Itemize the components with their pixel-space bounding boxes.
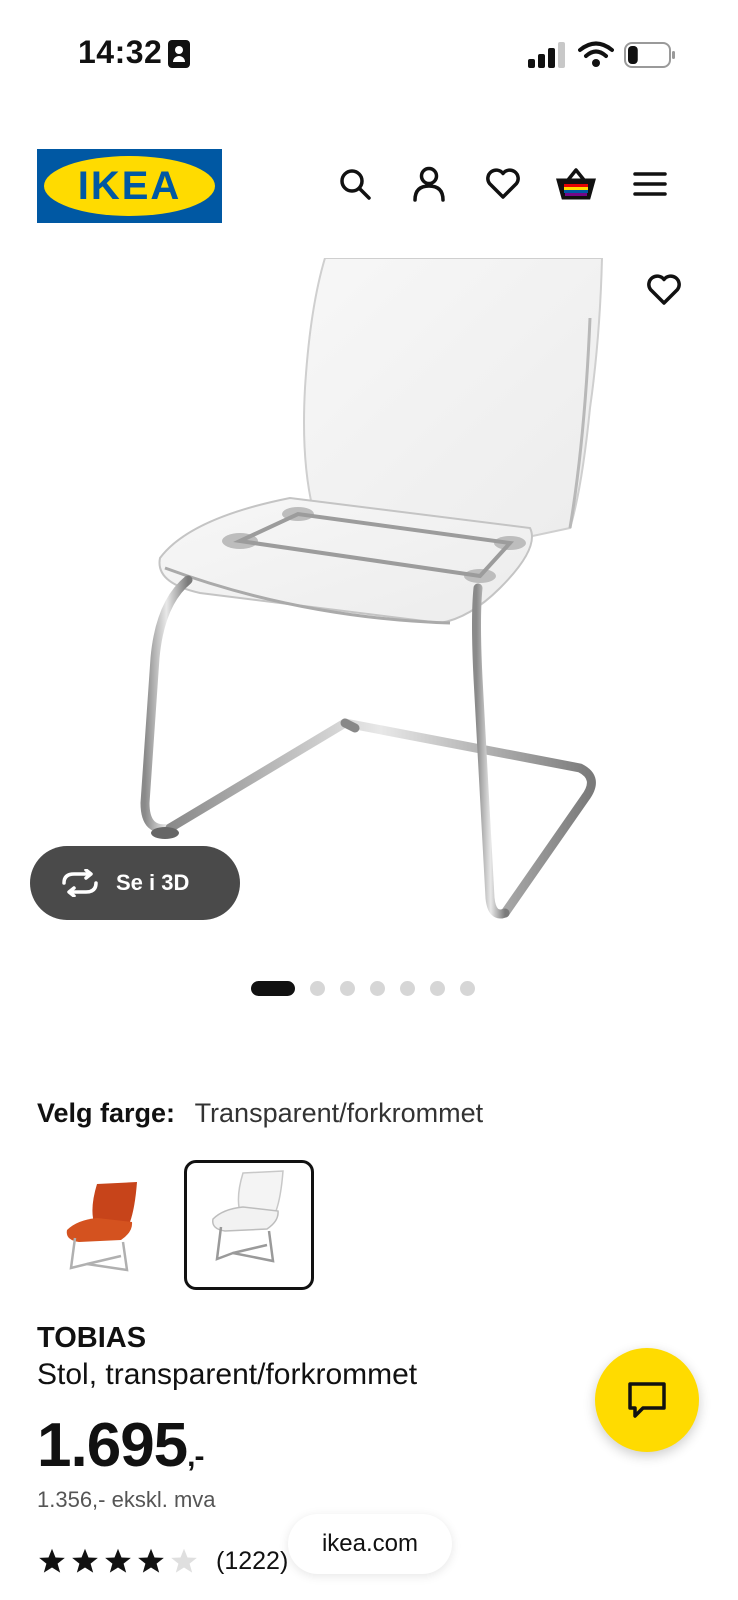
product-price: 1.695,-	[37, 1410, 205, 1481]
product-name: TOBIAS	[37, 1322, 147, 1354]
carousel-dot-active[interactable]	[251, 981, 295, 996]
ikea-logo[interactable]: IKEA	[37, 149, 222, 223]
url-text: ikea.com	[321, 1530, 419, 1557]
search-button[interactable]	[331, 160, 379, 208]
account-button[interactable]	[405, 160, 453, 208]
price-excluding-vat: 1.356,- ekskl. mva	[37, 1487, 216, 1512]
price-suffix: ,-	[187, 1440, 204, 1473]
star-filled-icon	[105, 1548, 131, 1573]
cart-button[interactable]	[552, 160, 600, 208]
carousel-dot[interactable]	[430, 981, 445, 996]
color-title: Velg farge:	[37, 1098, 176, 1128]
site-header: IKEA	[0, 140, 738, 230]
star-filled-icon	[138, 1548, 164, 1573]
color-swatch-transparent-chrome[interactable]	[184, 1160, 314, 1290]
carousel-dot[interactable]	[340, 981, 355, 996]
search-icon	[340, 169, 371, 200]
product-rating[interactable]: (1222)	[37, 1544, 288, 1578]
heart-icon	[647, 274, 681, 305]
view-in-3d-label: Se i 3D	[116, 870, 190, 895]
wishlist-button[interactable]	[479, 160, 527, 208]
chat-button[interactable]	[595, 1348, 699, 1452]
carousel-dot[interactable]	[370, 981, 385, 996]
menu-icon	[633, 172, 667, 196]
status-bar: 14:32	[0, 0, 738, 110]
contact-card-icon	[168, 40, 190, 68]
shopping-bag-icon	[556, 168, 596, 200]
selected-color-value: Transparent/forkrommet	[194, 1098, 484, 1128]
price-value: 1.695	[37, 1411, 188, 1480]
product-gallery[interactable]: Se i 3D	[0, 258, 738, 958]
user-icon	[413, 166, 445, 202]
cellular-signal-icon	[528, 42, 566, 68]
orange-chair-thumbnail	[66, 1182, 137, 1272]
add-to-favourites-button[interactable]	[640, 266, 688, 314]
heart-icon	[486, 168, 520, 199]
star-empty-icon	[171, 1548, 197, 1573]
color-selector-label: Velg farge: Transparent/forkrommet	[37, 1098, 483, 1129]
rating-stars	[37, 1547, 202, 1575]
star-filled-icon	[39, 1548, 65, 1573]
battery-icon	[624, 42, 675, 68]
review-count: (1222)	[216, 1546, 289, 1575]
transparent-chair-thumbnail	[212, 1170, 284, 1263]
product-description: Stol, transparent/forkrommet	[37, 1358, 418, 1391]
star-filled-icon	[72, 1548, 98, 1573]
rotate-3d-icon	[62, 869, 98, 897]
status-time: 14:32	[78, 34, 163, 70]
chat-bubble-icon	[628, 1382, 666, 1418]
view-in-3d-button[interactable]: Se i 3D	[30, 846, 240, 920]
menu-button[interactable]	[626, 160, 674, 208]
carousel-dot[interactable]	[400, 981, 415, 996]
carousel-dot[interactable]	[310, 981, 325, 996]
carousel-dot[interactable]	[460, 981, 475, 996]
browser-url-bar[interactable]: ikea.com	[288, 1514, 452, 1574]
carousel-indicators	[0, 981, 738, 997]
wifi-icon	[578, 41, 614, 67]
color-swatch-orange[interactable]	[37, 1160, 167, 1290]
